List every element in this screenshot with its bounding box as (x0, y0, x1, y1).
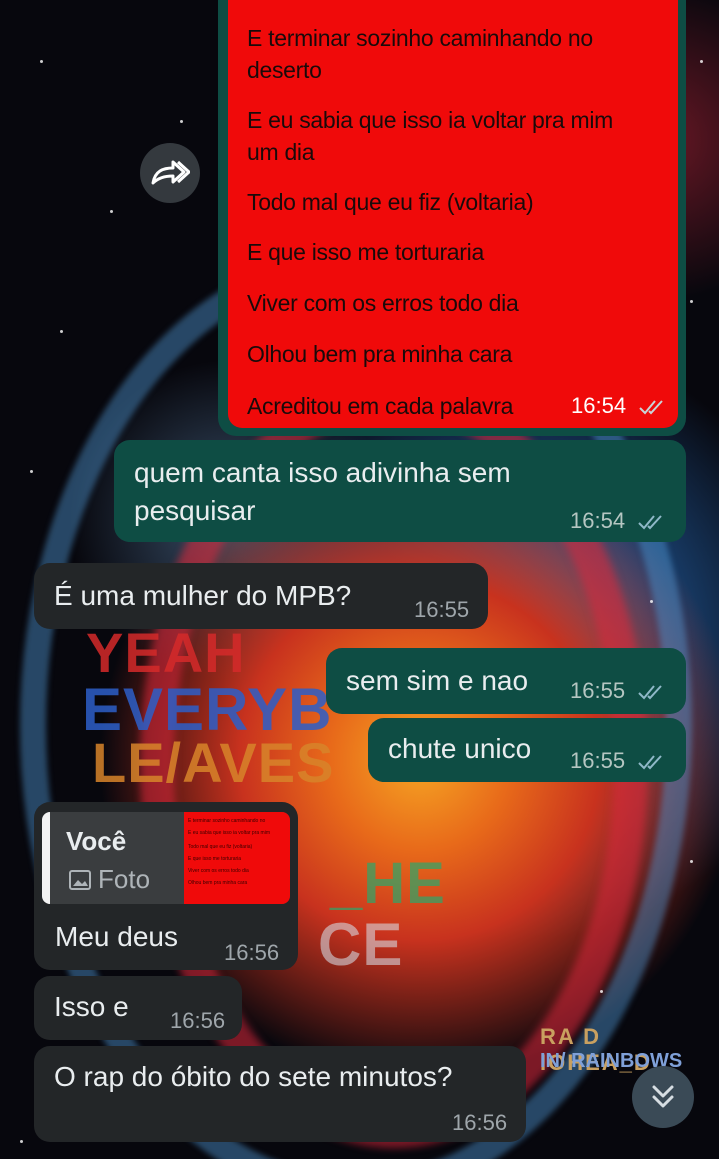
message-text: Isso e (54, 991, 129, 1022)
lyric-line: E que isso me torturaria (247, 239, 484, 265)
wallpaper-star (180, 120, 183, 123)
wallpaper-star (690, 300, 693, 303)
photo-icon (69, 870, 91, 890)
message-time: 16:54 (570, 508, 667, 534)
outgoing-message[interactable]: sem sim e nao 16:55 (326, 648, 686, 714)
lyric-line: Olhou bem pra minha cara (247, 341, 513, 367)
quoted-type-text: Foto (98, 864, 151, 894)
incoming-message[interactable]: É uma mulher do MPB? 16:55 (34, 563, 488, 629)
double-check-icon (638, 515, 662, 530)
message-time: 16:54 (571, 393, 668, 419)
double-check-icon (638, 685, 662, 700)
outgoing-message[interactable]: chute unico 16:55 (368, 718, 686, 782)
message-time: 16:55 (570, 678, 667, 704)
lyric-line: E eu sabia que isso ia voltar pra mim (247, 107, 614, 133)
wallpaper-star (600, 990, 603, 993)
message-time: 16:56 (452, 1110, 508, 1135)
message-time-text: 16:54 (570, 508, 626, 533)
wallpaper-star (20, 1140, 23, 1143)
thumb-line: E eu sabia que isso ia voltar pra mim (188, 830, 270, 836)
message-text: chute unico (388, 733, 532, 764)
lyric-line: Todo mal que eu fiz (voltaria) (247, 189, 534, 215)
lyric-line: Acreditou em cada palavra (247, 393, 514, 419)
message-time: 16:55 (414, 597, 470, 622)
wallpaper-star (650, 600, 653, 603)
forward-button[interactable] (140, 143, 200, 203)
message-text: pesquisar (134, 495, 256, 526)
message-text: É uma mulher do MPB? (54, 580, 352, 611)
message-time: 16:56 (224, 940, 280, 965)
message-time: 16:56 (170, 1008, 226, 1033)
wallpaper-star (30, 470, 33, 473)
message-text: quem canta isso adivinha sem (134, 457, 511, 488)
lyric-line: E terminar sozinho caminhando no (247, 25, 593, 51)
lyric-line: um dia (247, 139, 315, 165)
incoming-message[interactable]: O rap do óbito do sete minutos? 16:56 (34, 1046, 526, 1142)
quoted-sender: Você (66, 826, 127, 856)
quote-bar (42, 812, 50, 904)
double-check-icon (638, 755, 662, 770)
thumb-line: Viver com os erros todo dia (188, 868, 249, 874)
double-check-icon (639, 400, 663, 415)
message-text: sem sim e nao (346, 665, 529, 696)
wallpaper-star (60, 330, 63, 333)
thumb-line: E terminar sozinho caminhando no (188, 818, 266, 824)
wallpaper-text: YEAH (86, 621, 246, 684)
message-time: 16:55 (570, 748, 667, 774)
thumb-line: E que isso me torturaria (188, 856, 242, 862)
outgoing-message[interactable]: quem canta isso adivinha sem pesquisar 1… (114, 440, 686, 542)
incoming-message[interactable]: Isso e 16:56 (34, 976, 242, 1040)
wallpaper-text: CE (318, 911, 404, 978)
wallpaper-star (40, 60, 43, 63)
quoted-type: Foto (68, 864, 150, 895)
thumb-line: Olhou bem pra minha cara (188, 880, 248, 886)
lyric-line: deserto (247, 57, 322, 83)
message-text: Meu deus (55, 921, 178, 952)
forward-icon (151, 160, 190, 185)
message-time-text: 16:55 (570, 678, 626, 703)
thumb-line: Todo mal que eu fiz (voltaria) (188, 844, 253, 850)
wallpaper-text: LE/AVES (92, 731, 335, 794)
wallpaper-star (700, 60, 703, 63)
quoted-photo-thumbnail: E terminar sozinho caminhando no E eu sa… (184, 812, 290, 904)
wallpaper-star (110, 210, 113, 213)
message-time-text: 16:54 (571, 393, 627, 418)
message-time-text: 16:55 (570, 748, 626, 773)
message-text: O rap do óbito do sete minutos? (54, 1061, 453, 1092)
wallpaper-text: _HE (330, 851, 446, 916)
lyric-line: Viver com os erros todo dia (247, 290, 519, 316)
double-chevron-down-icon (652, 1085, 674, 1108)
scroll-to-bottom-button[interactable] (632, 1066, 694, 1128)
quoted-message[interactable]: Você Foto E terminar sozinho caminhando … (42, 812, 290, 904)
wallpaper-star (690, 860, 693, 863)
